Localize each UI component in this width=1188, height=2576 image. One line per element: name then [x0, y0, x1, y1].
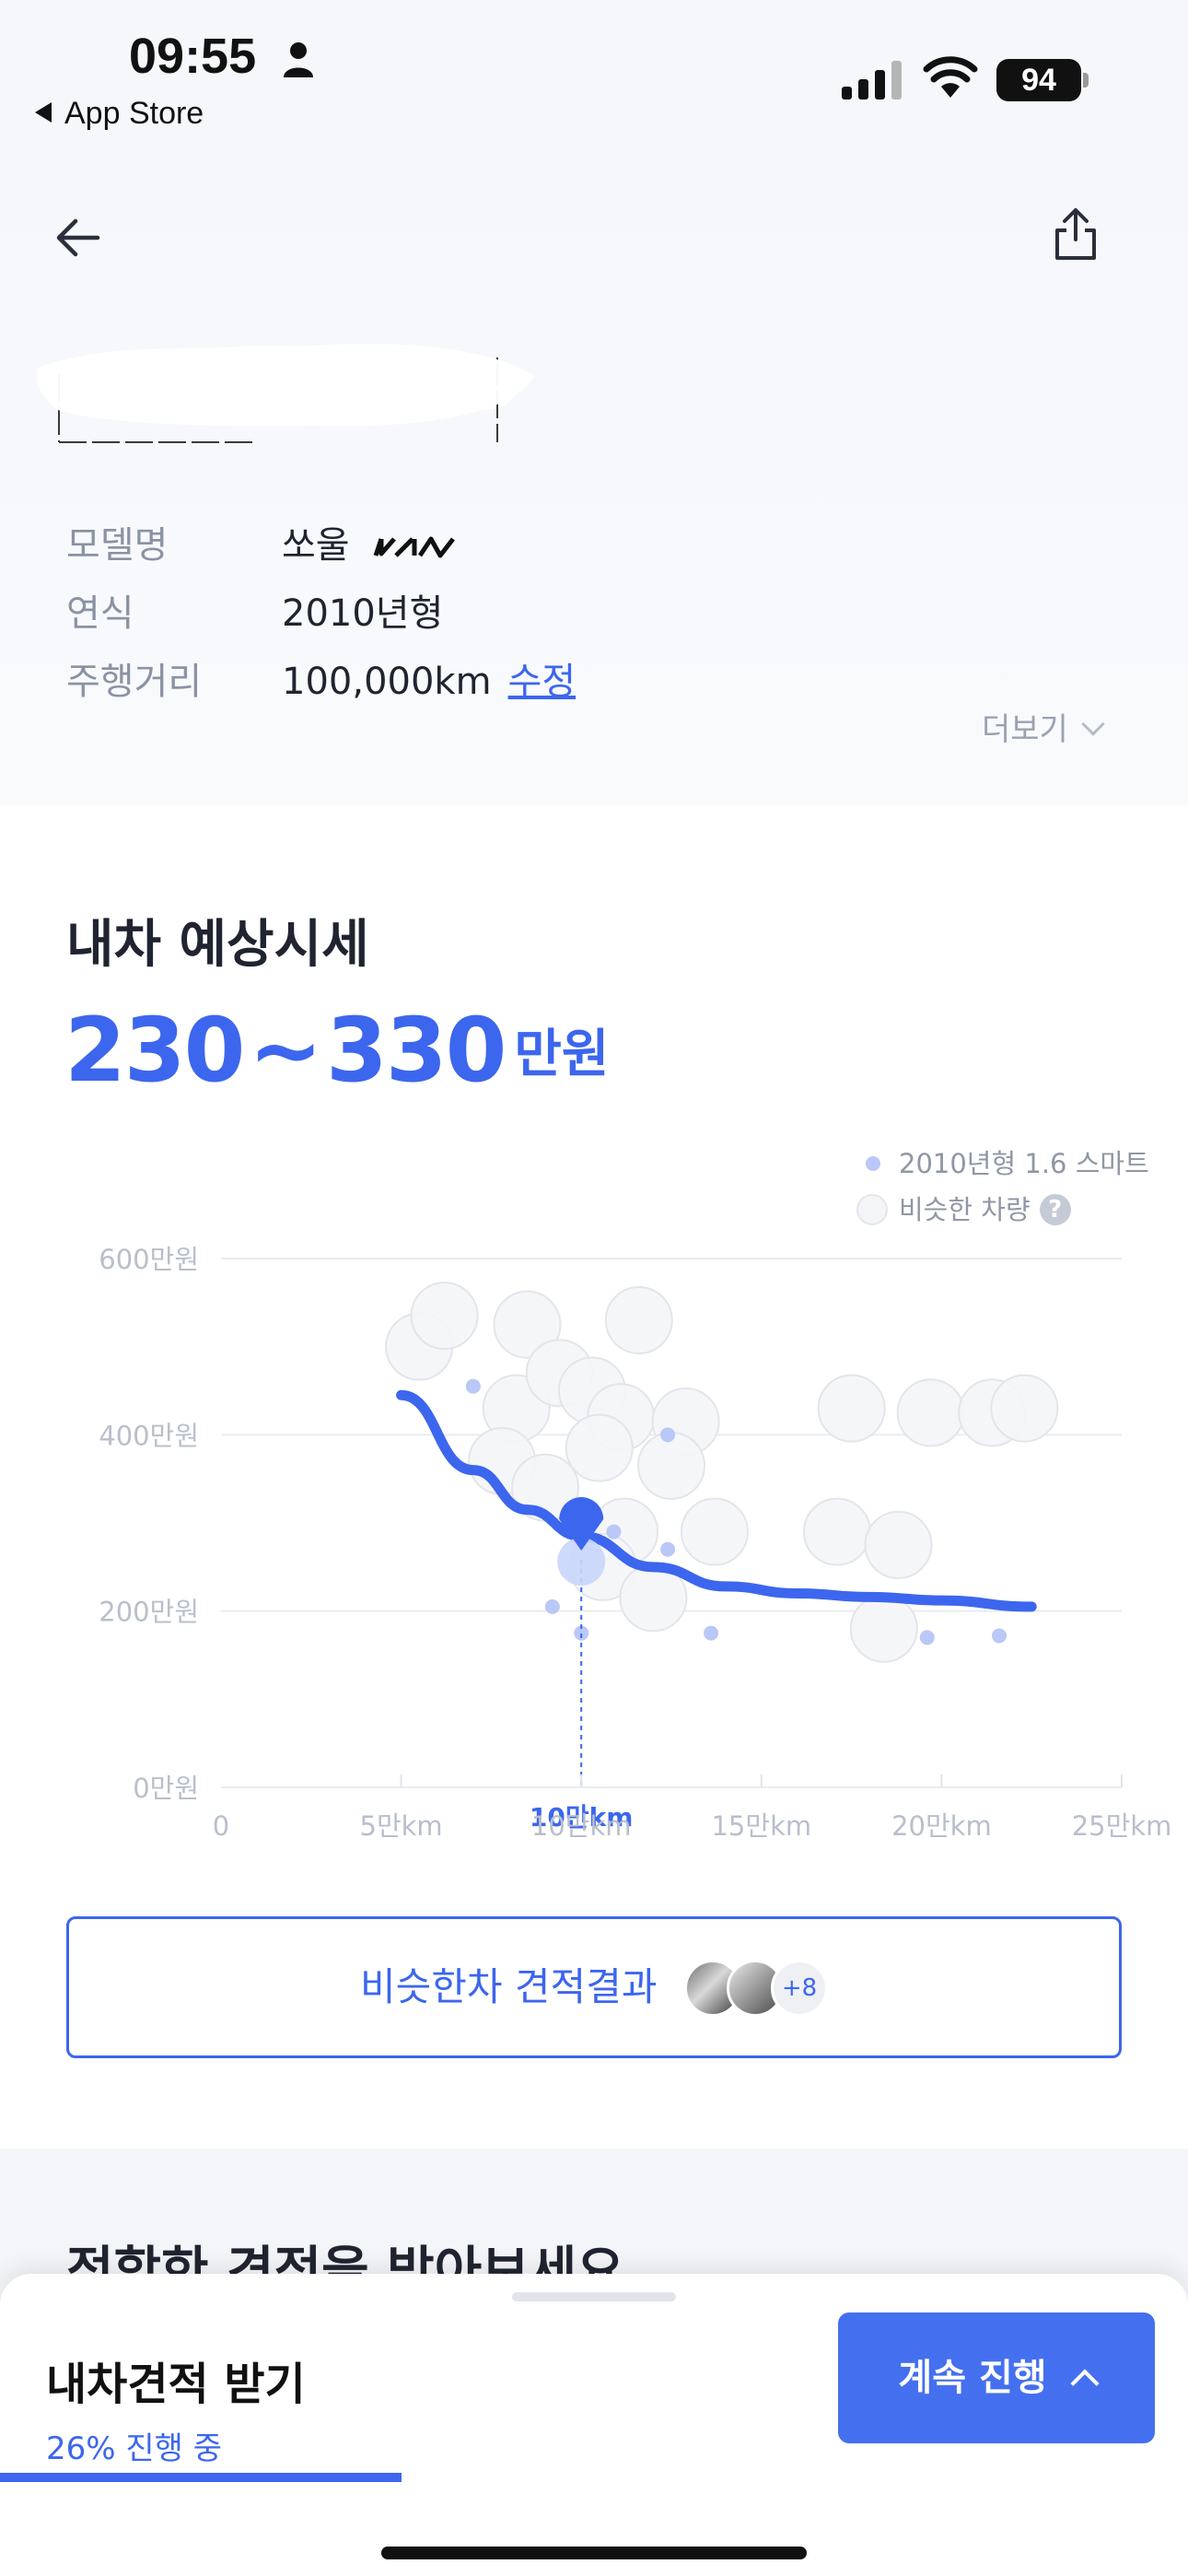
help-icon[interactable]: ?	[1039, 1194, 1071, 1225]
model-value: 쏘울	[282, 524, 350, 567]
year-label: 연식	[66, 592, 134, 635]
similar-car-bubble	[637, 1431, 705, 1500]
similar-car-bubble	[990, 1374, 1059, 1443]
battery-indicator: 94	[996, 59, 1081, 101]
legend-similar-label: 비슷한 차량	[899, 1194, 1031, 1225]
status-time: 09:55	[129, 29, 257, 84]
more-label: 더보기	[982, 711, 1068, 748]
x-tick-label: 15만km	[711, 1810, 811, 1842]
chart-legend: 2010년형 1.6 스마트 비슷한 차량?	[856, 1141, 1149, 1233]
continue-label: 계속 진행	[898, 2357, 1047, 2399]
more-button[interactable]: 더보기	[982, 704, 1105, 749]
battery-cap	[1083, 73, 1089, 88]
similar-car-bubble	[565, 1413, 634, 1482]
mileage-value-wrap: 100,000km 수정	[282, 654, 576, 709]
price-scatter-chart: 10만km 0만원200만원400만원600만원0 5만km 10만km 15만km 2…	[99, 1244, 1172, 1842]
y-tick-label: 200만원	[99, 1597, 199, 1628]
price-low: 230	[64, 999, 245, 1102]
legend-series-label: 2010년형 1.6 스마트	[899, 1148, 1149, 1179]
chevron-down-icon	[1081, 712, 1105, 736]
back-to-app-label: App Store	[64, 96, 204, 131]
y-tick-label: 0만원	[133, 1773, 199, 1804]
edit-mileage-link[interactable]: 수정	[508, 661, 577, 703]
price-section-title: 내차 예상시세	[66, 915, 369, 975]
quote-bottom-sheet: 내차견적 받기 26% 진행 중 계속 진행	[0, 2274, 1188, 2576]
similar-cars-label: 비슷한차 견적결과	[360, 1964, 658, 2009]
x-tick-label: 5만km	[360, 1810, 443, 1842]
similar-car-bubble	[817, 1374, 886, 1443]
year-value: 2010년형	[282, 592, 444, 635]
similar-car-bubble	[410, 1282, 479, 1351]
x-tick-label: 25만km	[1072, 1810, 1172, 1842]
model-data-point	[991, 1628, 1007, 1644]
price-high: 330	[325, 999, 507, 1102]
share-icon[interactable]	[1046, 205, 1105, 263]
x-tick-label: 0	[213, 1810, 229, 1842]
sheet-drag-handle[interactable]	[512, 2292, 676, 2301]
x-tick-label: 20만km	[891, 1810, 992, 1842]
chart-grid	[221, 1258, 1122, 1788]
cellular-signal-icon	[842, 61, 902, 100]
similar-car-bubble	[896, 1378, 965, 1447]
model-data-point	[704, 1625, 719, 1641]
model-data-point	[606, 1524, 622, 1540]
model-data-point	[544, 1598, 560, 1614]
similar-cars-quotes-button[interactable]: 비슷한차 견적결과 +8	[66, 1916, 1122, 2058]
status-bar: 09:55 App Store 94	[0, 0, 1188, 147]
similar-car-bubble	[849, 1594, 918, 1663]
wifi-icon	[923, 56, 978, 98]
continue-button[interactable]: 계속 진행	[838, 2313, 1155, 2443]
legend-item-series: 2010년형 1.6 스마트	[856, 1141, 1149, 1187]
y-tick-label: 400만원	[99, 1420, 199, 1451]
model-data-point	[919, 1630, 935, 1645]
similar-car-bubble	[680, 1497, 749, 1566]
model-data-point	[660, 1427, 676, 1443]
home-indicator	[381, 2547, 807, 2559]
similar-car-bubble	[604, 1285, 673, 1354]
y-tick-label: 600만원	[99, 1244, 199, 1275]
progress-text: 26% 진행 중	[46, 2430, 223, 2467]
price-range: 230 ~ 330 만원	[64, 999, 609, 1102]
similar-car-bubble	[802, 1497, 871, 1566]
sheet-title: 내차견적 받기	[46, 2359, 306, 2410]
mileage-label: 주행거리	[66, 661, 203, 703]
back-triangle-icon	[35, 102, 52, 123]
back-arrow-icon[interactable]	[48, 208, 107, 267]
model-data-point	[660, 1541, 676, 1557]
back-to-app-link[interactable]: App Store	[35, 96, 204, 132]
progress-track	[0, 2473, 1188, 2482]
mileage-value: 100,000km	[282, 661, 492, 703]
model-label: 모델명	[66, 524, 169, 567]
kia-logo	[373, 536, 456, 558]
price-unit: 만원	[514, 1025, 610, 1084]
legend-dot-series	[866, 1156, 880, 1171]
x-tick-label: 10만km	[531, 1810, 632, 1842]
model-data-point	[465, 1378, 481, 1394]
similar-car-bubble	[864, 1510, 933, 1579]
redacted-car-title	[37, 344, 534, 443]
legend-dot-similar	[856, 1194, 888, 1225]
price-separator: ~	[248, 999, 322, 1102]
more-count-badge: +8	[771, 1960, 828, 2017]
person-icon	[284, 42, 313, 77]
chevron-up-icon	[1070, 2369, 1100, 2398]
progress-fill	[0, 2473, 402, 2482]
model-value-wrap: 쏘울	[282, 518, 456, 573]
